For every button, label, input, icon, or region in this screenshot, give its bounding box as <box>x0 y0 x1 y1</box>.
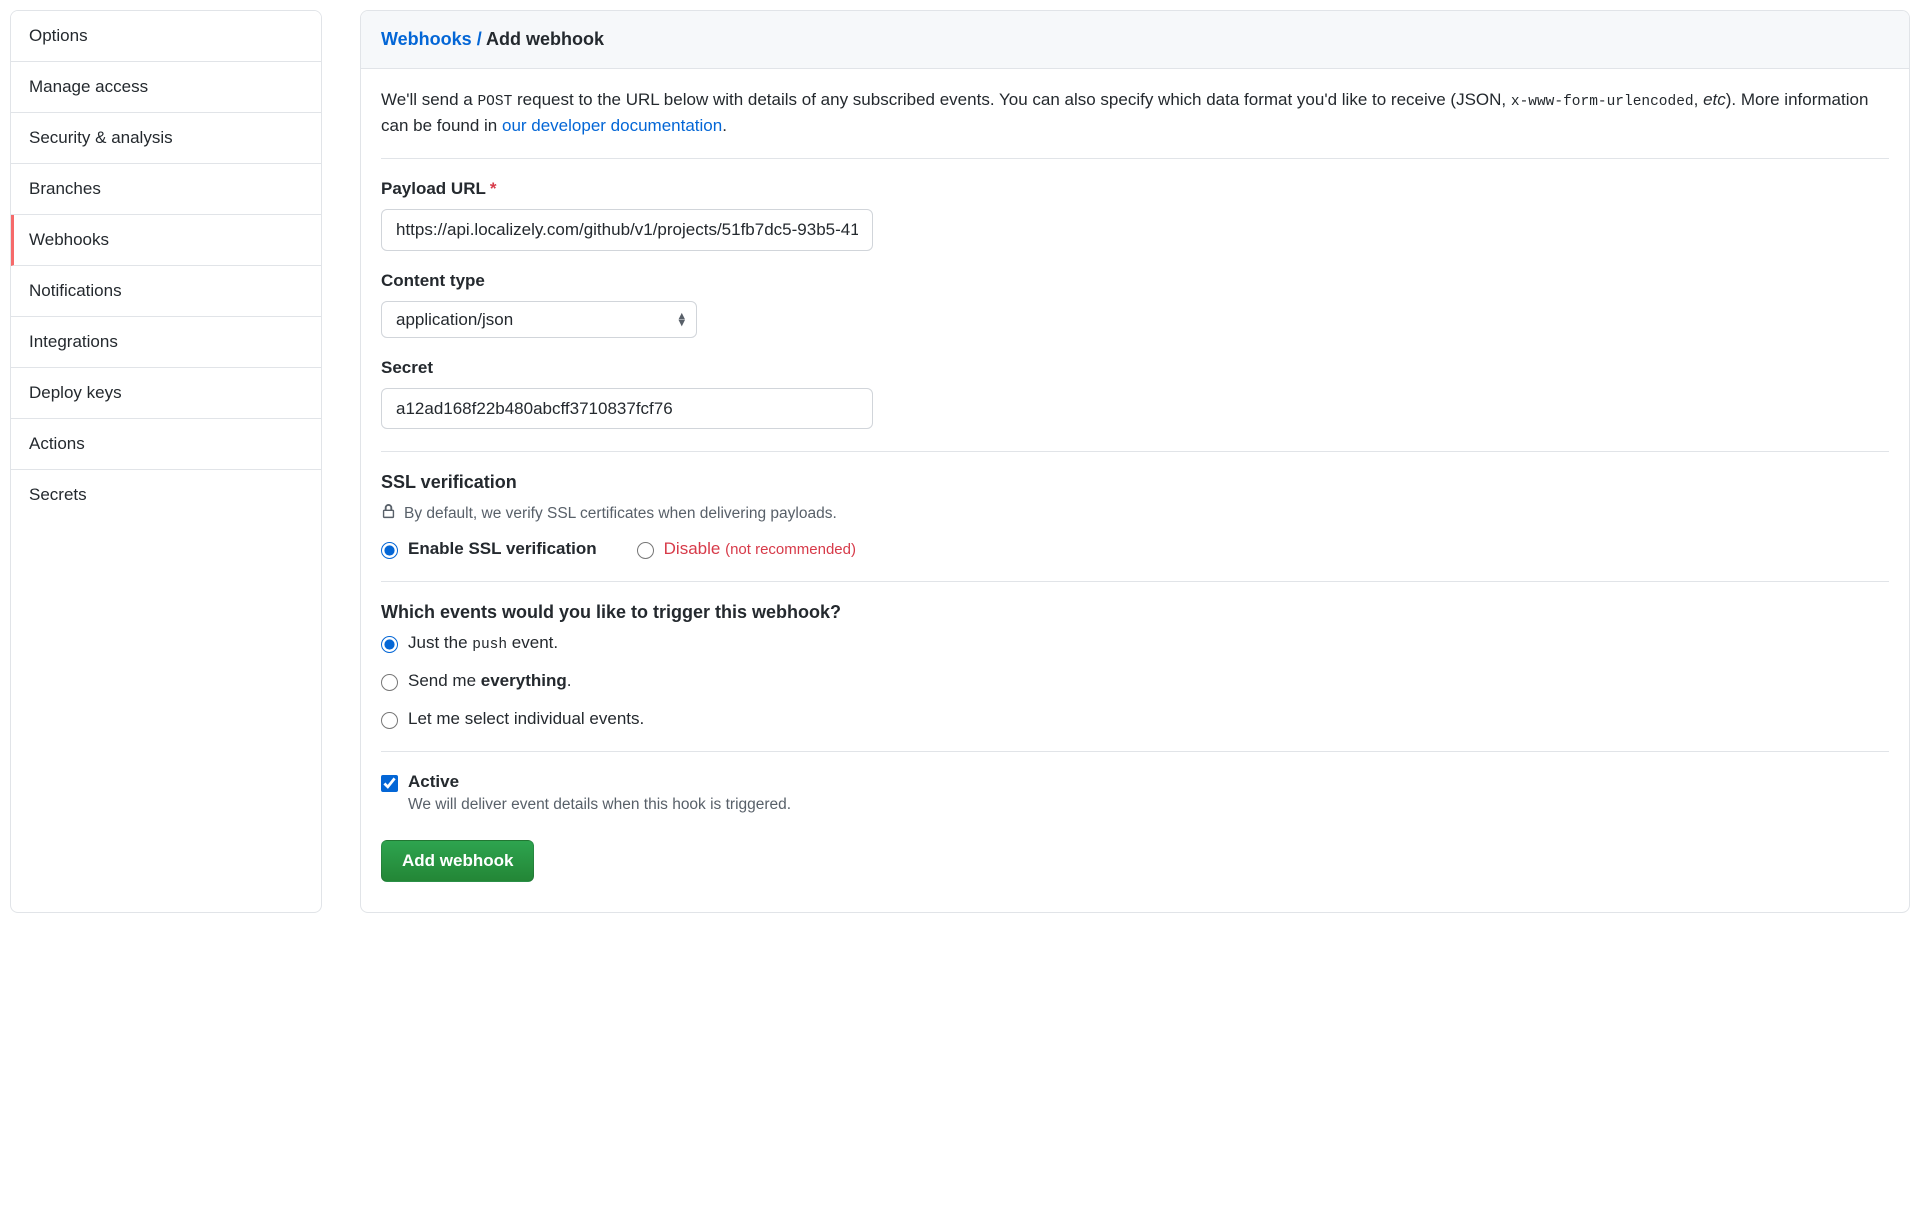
sidebar-item-label: Options <box>29 26 88 45</box>
sidebar-item-webhooks[interactable]: Webhooks <box>11 215 321 266</box>
content-type-select[interactable]: application/json <box>381 301 697 338</box>
breadcrumb-link-webhooks[interactable]: Webhooks <box>381 29 472 49</box>
ssl-description-text: By default, we verify SSL certificates w… <box>404 505 837 523</box>
events-heading: Which events would you like to trigger t… <box>381 602 1889 623</box>
sidebar-item-label: Webhooks <box>29 230 109 249</box>
divider <box>381 451 1889 452</box>
sidebar-item-label: Branches <box>29 179 101 198</box>
events-push-radio-item[interactable]: Just the push event. <box>381 633 1889 653</box>
events-push-radio[interactable] <box>381 636 398 653</box>
code-post: POST <box>477 94 512 110</box>
sidebar-item-notifications[interactable]: Notifications <box>11 266 321 317</box>
sidebar-item-label: Integrations <box>29 332 118 351</box>
breadcrumb: Webhooks / Add webhook <box>361 11 1909 69</box>
ssl-disable-radio[interactable] <box>637 542 654 559</box>
sidebar-item-security-analysis[interactable]: Security & analysis <box>11 113 321 164</box>
developer-docs-link[interactable]: our developer documentation <box>502 116 722 135</box>
lock-icon <box>381 503 396 525</box>
events-individual-radio-item[interactable]: Let me select individual events. <box>381 709 1889 729</box>
payload-url-input[interactable] <box>381 209 873 251</box>
payload-url-group: Payload URL* <box>381 179 1889 251</box>
events-everything-radio-item[interactable]: Send me everything. <box>381 671 1889 691</box>
ssl-enable-radio[interactable] <box>381 542 398 559</box>
sidebar-item-integrations[interactable]: Integrations <box>11 317 321 368</box>
content-type-group: Content type application/json ▴▾ <box>381 271 1889 338</box>
active-checkbox[interactable] <box>381 775 398 792</box>
ssl-verification-heading: SSL verification <box>381 472 1889 493</box>
events-individual-radio[interactable] <box>381 712 398 729</box>
payload-url-label: Payload URL* <box>381 179 1889 199</box>
sidebar-item-label: Actions <box>29 434 85 453</box>
sidebar-item-deploy-keys[interactable]: Deploy keys <box>11 368 321 419</box>
sidebar-item-label: Manage access <box>29 77 148 96</box>
events-everything-radio[interactable] <box>381 674 398 691</box>
sidebar-item-label: Notifications <box>29 281 122 300</box>
secret-group: Secret <box>381 358 1889 430</box>
active-checkbox-item[interactable]: Active <box>381 772 1889 792</box>
ssl-disable-radio-item[interactable]: Disable (not recommended) <box>637 539 856 559</box>
events-everything-label: Send me everything. <box>408 671 571 691</box>
ssl-description-row: By default, we verify SSL certificates w… <box>381 503 1889 525</box>
ssl-enable-radio-item[interactable]: Enable SSL verification <box>381 539 597 559</box>
secret-input[interactable] <box>381 388 873 430</box>
settings-sidebar: Options Manage access Security & analysi… <box>10 10 322 913</box>
sidebar-item-actions[interactable]: Actions <box>11 419 321 470</box>
breadcrumb-current: Add webhook <box>486 29 604 49</box>
required-indicator: * <box>490 179 497 198</box>
sidebar-item-options[interactable]: Options <box>11 11 321 62</box>
events-push-label: Just the push event. <box>408 633 558 653</box>
breadcrumb-separator: / <box>472 29 486 49</box>
divider <box>381 751 1889 752</box>
sidebar-item-label: Deploy keys <box>29 383 122 402</box>
main-panel: Webhooks / Add webhook We'll send a POST… <box>360 10 1910 913</box>
secret-label: Secret <box>381 358 1889 378</box>
sidebar-item-secrets[interactable]: Secrets <box>11 470 321 520</box>
sidebar-item-label: Security & analysis <box>29 128 173 147</box>
events-individual-label: Let me select individual events. <box>408 709 644 729</box>
sidebar-item-branches[interactable]: Branches <box>11 164 321 215</box>
divider <box>381 581 1889 582</box>
ssl-disable-label: Disable (not recommended) <box>664 539 856 559</box>
active-description: We will deliver event details when this … <box>408 796 1889 814</box>
intro-text: We'll send a POST request to the URL bel… <box>381 87 1889 140</box>
divider <box>381 158 1889 159</box>
sidebar-item-label: Secrets <box>29 485 87 504</box>
ssl-enable-label: Enable SSL verification <box>408 539 597 559</box>
sidebar-item-manage-access[interactable]: Manage access <box>11 62 321 113</box>
content-type-label: Content type <box>381 271 1889 291</box>
active-label: Active <box>408 772 459 792</box>
add-webhook-button[interactable]: Add webhook <box>381 840 534 882</box>
code-form-urlencoded: x-www-form-urlencoded <box>1511 94 1694 110</box>
